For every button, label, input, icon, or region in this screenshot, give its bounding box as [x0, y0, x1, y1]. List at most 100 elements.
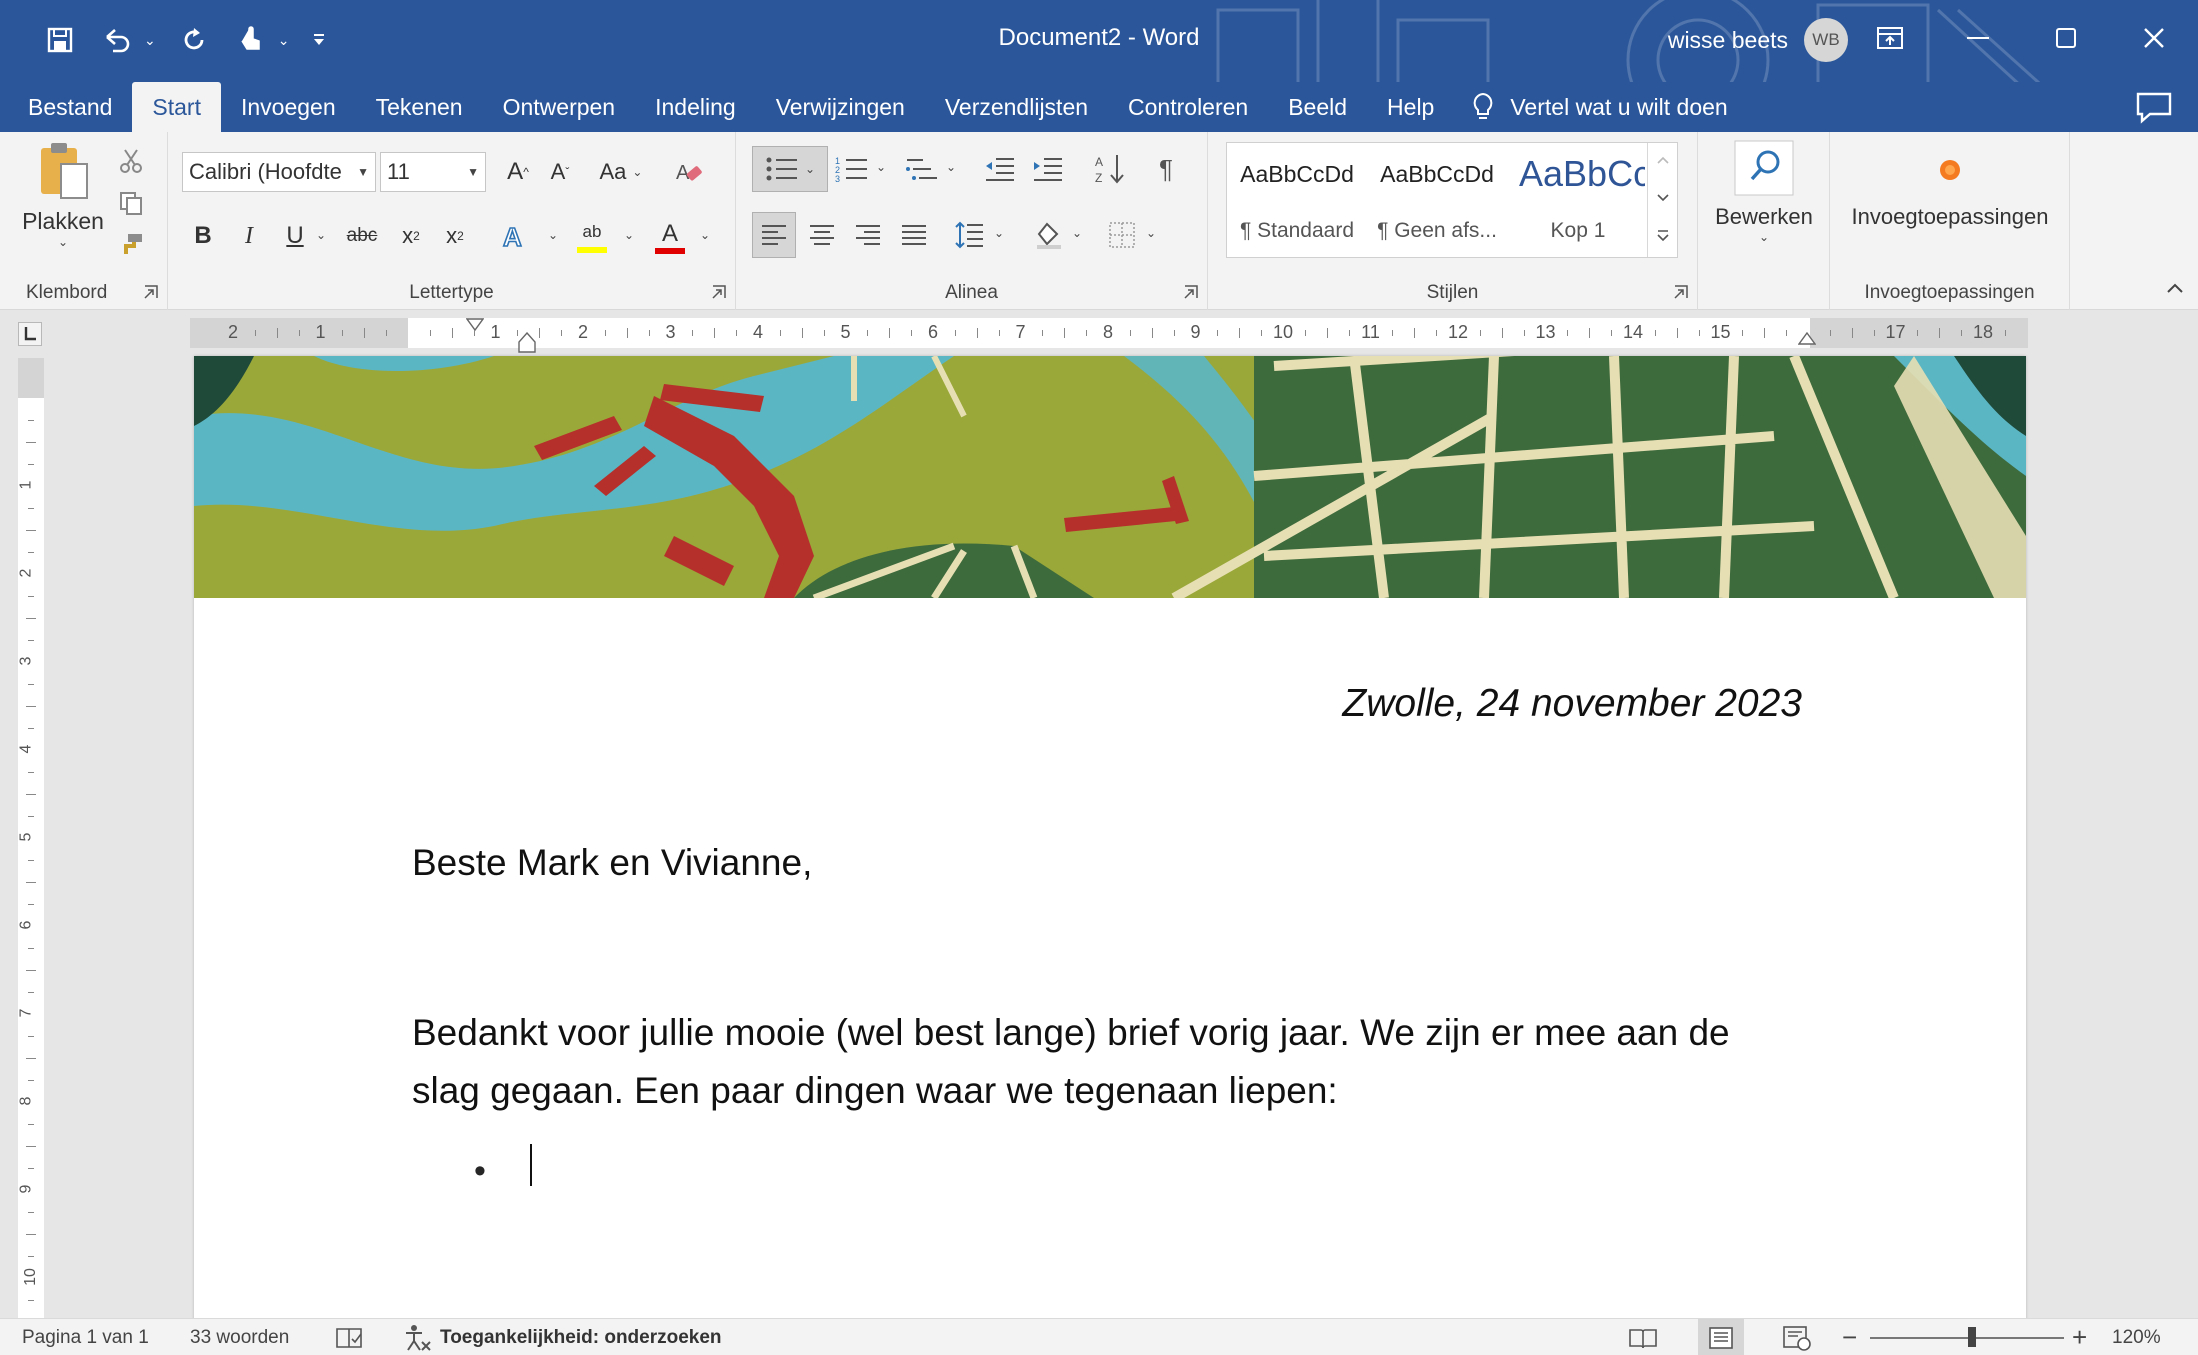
redo-icon[interactable] — [174, 20, 214, 60]
comments-icon[interactable] — [2134, 90, 2174, 124]
change-case-button[interactable]: Aa ⌄ — [592, 152, 650, 192]
editing-button[interactable]: Bewerken ⌄ — [1706, 140, 1822, 264]
underline-dropdown-icon[interactable]: ⌄ — [316, 228, 326, 242]
tab-stop-selector[interactable] — [18, 322, 42, 346]
tab-start[interactable]: Start — [132, 82, 221, 132]
borders-icon[interactable] — [1102, 212, 1142, 258]
gallery-more-icon[interactable] — [1656, 229, 1670, 243]
document-canvas[interactable]: 2 1 1 2 3 4 5 6 7 8 9 10 11 12 13 14 15 17 18 1 2 3 4 5 6 7 8 9 10 — [0, 310, 2198, 1318]
italic-icon[interactable]: I — [230, 216, 268, 256]
shading-icon[interactable] — [1028, 212, 1068, 258]
underline-icon[interactable]: U — [276, 216, 314, 256]
document-page[interactable]: Zwolle, 24 november 2023 Beste Mark en V… — [194, 356, 2026, 1318]
tab-indeling[interactable]: Indeling — [635, 82, 756, 132]
highlight-dropdown-icon[interactable]: ⌄ — [624, 228, 634, 242]
line-spacing-dropdown-icon[interactable]: ⌄ — [994, 226, 1004, 240]
save-icon[interactable] — [40, 20, 80, 60]
close-icon[interactable] — [2110, 0, 2198, 76]
zoom-in-button[interactable]: + — [2072, 1319, 2087, 1355]
word-count[interactable]: 33 woorden — [190, 1319, 289, 1355]
tab-verwijzingen[interactable]: Verwijzingen — [756, 82, 925, 132]
touch-mode-icon[interactable] — [232, 20, 272, 60]
tab-bestand[interactable]: Bestand — [8, 82, 132, 132]
undo-icon[interactable] — [98, 20, 138, 60]
first-line-indent-marker[interactable] — [466, 318, 484, 332]
numbering-dropdown-icon[interactable]: ⌄ — [876, 160, 886, 174]
highlight-icon[interactable]: ab — [572, 216, 612, 260]
style-standaard[interactable]: AaBbCcDd ¶ Standaard — [1227, 143, 1367, 257]
bullets-button[interactable]: ⌄ — [752, 146, 828, 192]
line-spacing-icon[interactable] — [950, 212, 990, 258]
clear-formatting-icon[interactable]: A — [668, 152, 708, 192]
borders-dropdown-icon[interactable]: ⌄ — [1146, 226, 1156, 240]
grow-font-icon[interactable]: A ^ — [498, 152, 538, 192]
tab-verzendlijsten[interactable]: Verzendlijsten — [925, 82, 1108, 132]
font-size-combo[interactable]: 11 ▼ — [380, 152, 486, 192]
text-effects-icon[interactable]: A — [494, 216, 534, 256]
paste-dropdown-icon[interactable]: ⌄ — [58, 235, 68, 249]
increase-indent-icon[interactable] — [1028, 146, 1068, 192]
right-indent-marker[interactable] — [1798, 332, 1816, 346]
hanging-indent-marker[interactable] — [518, 332, 536, 354]
style-kop-1[interactable]: AaBbCc Kop 1 — [1511, 143, 1645, 257]
shrink-font-icon[interactable]: Aˇ — [540, 152, 580, 192]
format-painter-icon[interactable] — [114, 228, 148, 262]
customize-qat-icon[interactable] — [307, 20, 331, 60]
font-launcher-icon[interactable] — [711, 284, 727, 300]
tab-tekenen[interactable]: Tekenen — [356, 82, 483, 132]
zoom-level[interactable]: 120% — [2112, 1319, 2161, 1355]
show-formatting-marks-icon[interactable]: ¶ — [1146, 146, 1186, 192]
font-color-icon[interactable]: A — [650, 216, 690, 260]
collapse-ribbon-icon[interactable] — [2166, 282, 2184, 294]
paragraph-launcher-icon[interactable] — [1183, 284, 1199, 300]
sort-icon[interactable]: AZ — [1090, 146, 1130, 192]
print-layout-icon[interactable] — [1698, 1319, 1744, 1355]
tab-invoegen[interactable]: Invoegen — [221, 82, 356, 132]
minimize-icon[interactable] — [1934, 0, 2022, 76]
clipboard-launcher-icon[interactable] — [143, 284, 159, 300]
tab-beeld[interactable]: Beeld — [1268, 82, 1367, 132]
numbering-icon[interactable]: 123 — [832, 146, 872, 192]
justify-icon[interactable] — [892, 212, 936, 258]
horizontal-ruler[interactable]: 2 1 1 2 3 4 5 6 7 8 9 10 11 12 13 14 15 17 18 — [190, 318, 2028, 353]
tell-me-search[interactable]: Vertel wat u wilt doen — [1462, 82, 1737, 132]
maximize-icon[interactable] — [2022, 0, 2110, 76]
ribbon-display-options-icon[interactable] — [1846, 0, 1934, 76]
tab-controleren[interactable]: Controleren — [1108, 82, 1268, 132]
font-name-combo[interactable]: Calibri (Hoofdte ▼ — [182, 152, 376, 192]
gallery-up-icon[interactable] — [1656, 155, 1670, 165]
zoom-out-button[interactable]: − — [1842, 1319, 1857, 1355]
account-area[interactable]: wisse beets WB — [1668, 18, 1848, 62]
zoom-slider-thumb[interactable] — [1968, 1327, 1976, 1347]
shading-dropdown-icon[interactable]: ⌄ — [1072, 226, 1082, 240]
accessibility-checker[interactable]: Toegankelijkheid: onderzoeken — [402, 1319, 722, 1355]
text-effects-dropdown-icon[interactable]: ⌄ — [548, 228, 558, 242]
page-count[interactable]: Pagina 1 van 1 — [22, 1319, 149, 1355]
vertical-ruler[interactable]: 1 2 3 4 5 6 7 8 9 10 — [17, 358, 44, 1318]
bold-icon[interactable]: B — [184, 216, 222, 256]
decrease-indent-icon[interactable] — [980, 146, 1020, 192]
tab-ontwerpen[interactable]: Ontwerpen — [483, 82, 636, 132]
superscript-icon[interactable]: x2 — [436, 216, 474, 256]
subscript-icon[interactable]: x2 — [392, 216, 430, 256]
cut-icon[interactable] — [114, 144, 148, 178]
zoom-slider[interactable] — [1870, 1337, 2064, 1339]
align-center-icon[interactable] — [800, 212, 844, 258]
strikethrough-icon[interactable]: abc — [340, 216, 384, 256]
undo-dropdown-icon[interactable]: ⌄ — [144, 32, 156, 49]
touch-mode-dropdown-icon[interactable]: ⌄ — [278, 32, 290, 49]
avatar[interactable]: WB — [1804, 18, 1848, 62]
align-left-button[interactable] — [752, 212, 796, 258]
gallery-down-icon[interactable] — [1656, 193, 1670, 203]
copy-icon[interactable] — [114, 186, 148, 220]
read-mode-icon[interactable] — [1628, 1319, 1658, 1355]
style-geen-afstand[interactable]: AaBbCcDd ¶ Geen afs... — [1367, 143, 1507, 257]
multilevel-list-icon[interactable] — [902, 146, 942, 192]
proofing-icon[interactable] — [334, 1319, 364, 1355]
web-layout-icon[interactable] — [1782, 1319, 1812, 1355]
styles-launcher-icon[interactable] — [1673, 284, 1689, 300]
addins-button[interactable]: Invoegtoepassingen — [1840, 150, 2060, 258]
font-name-dropdown-icon[interactable]: ▼ — [357, 165, 369, 179]
tab-help[interactable]: Help — [1367, 82, 1454, 132]
font-size-dropdown-icon[interactable]: ▼ — [467, 165, 479, 179]
